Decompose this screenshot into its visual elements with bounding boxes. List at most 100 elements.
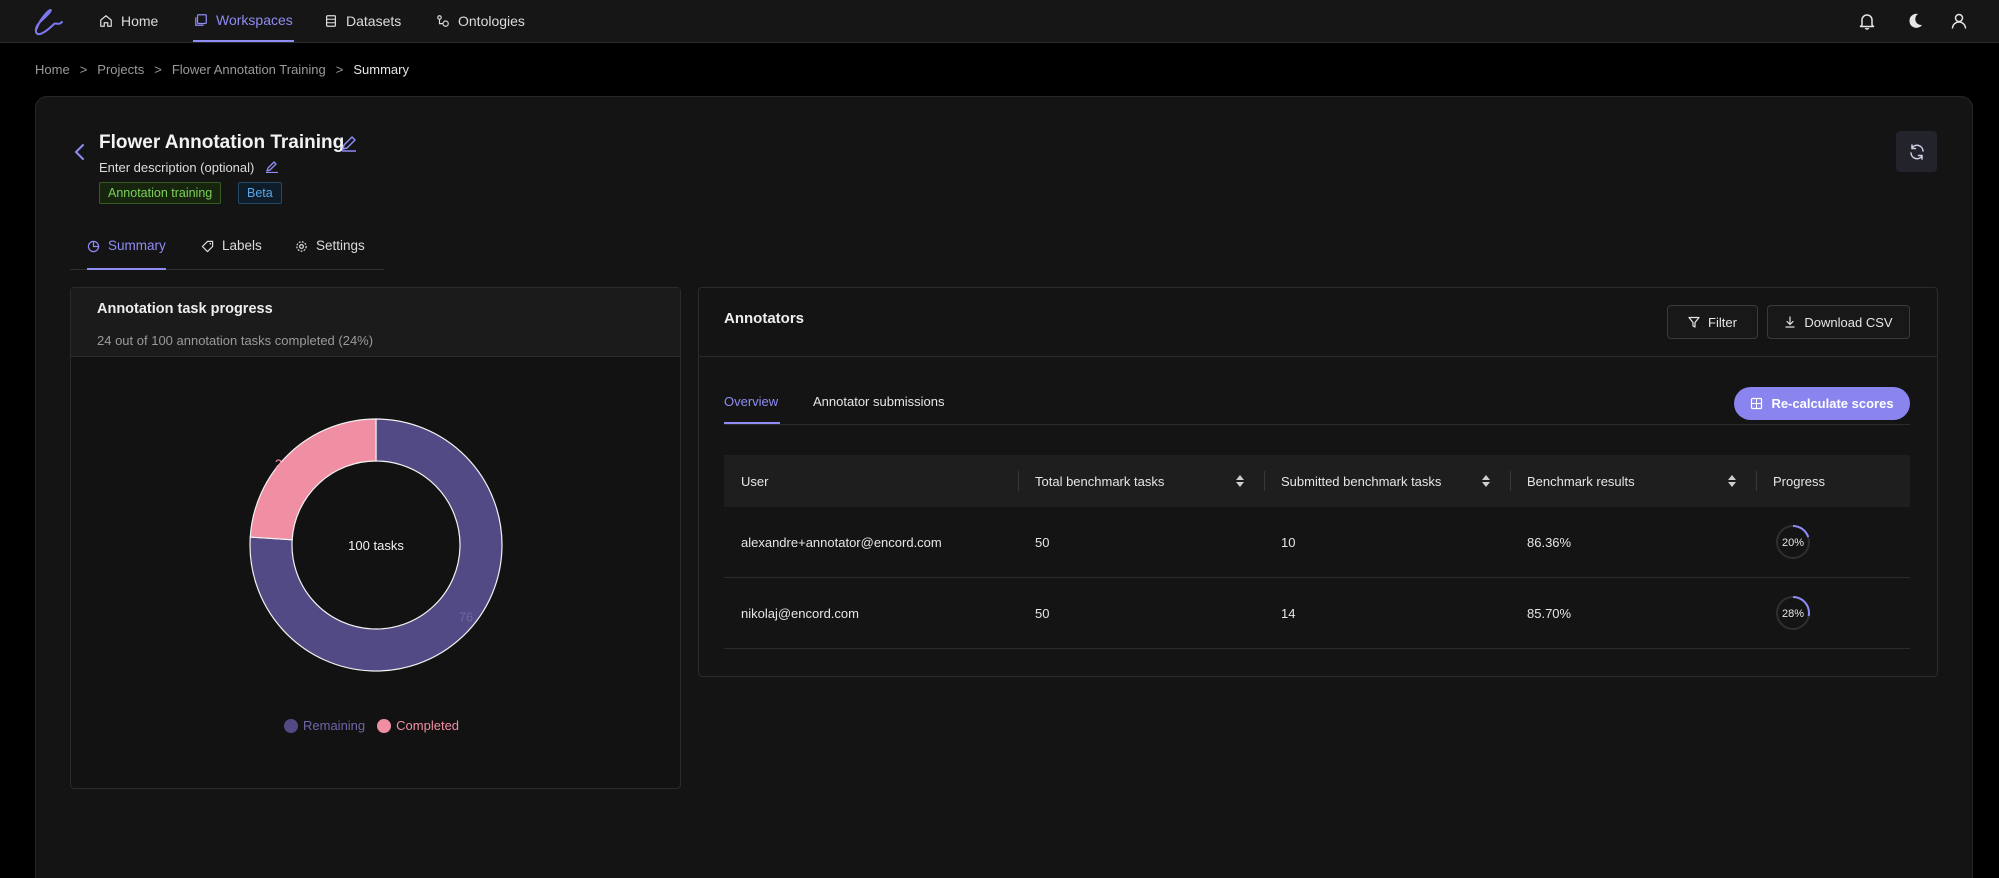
table-row[interactable]: nikolaj@encord.com 50 14 85.70% 28% bbox=[724, 578, 1910, 649]
cell-user: nikolaj@encord.com bbox=[741, 606, 859, 621]
project-tabs: Summary Labels Settings bbox=[70, 232, 384, 270]
breadcrumb: Home > Projects > Flower Annotation Trai… bbox=[35, 62, 409, 77]
legend-dot-completed bbox=[377, 718, 392, 733]
datasets-icon bbox=[326, 15, 336, 27]
nav-home-label: Home bbox=[121, 13, 159, 29]
breadcrumb-projects[interactable]: Projects bbox=[97, 62, 144, 77]
annotators-table: User Total benchmark tasks Submitted ben… bbox=[724, 455, 1910, 649]
tab-labels-label: Labels bbox=[222, 238, 262, 253]
legend-item-remaining[interactable]: Remaining bbox=[284, 718, 365, 733]
progress-label: 20% bbox=[1782, 537, 1804, 549]
tab-labels[interactable]: Labels bbox=[201, 232, 262, 270]
recalculate-scores-button[interactable]: Re-calculate scores bbox=[1734, 387, 1910, 420]
filter-button[interactable]: Filter bbox=[1667, 305, 1758, 339]
tab-summary[interactable]: Summary bbox=[87, 232, 166, 270]
column-header-benchmark-results: Benchmark results bbox=[1527, 473, 1635, 489]
project-title: Flower Annotation Training bbox=[99, 132, 345, 153]
notifications-button[interactable] bbox=[1855, 9, 1879, 33]
column-divider bbox=[1510, 471, 1511, 491]
filter-button-label: Filter bbox=[1708, 314, 1737, 330]
nav-ontologies-label: Ontologies bbox=[458, 13, 525, 29]
chart-legend: Remaining Completed bbox=[284, 718, 459, 733]
breadcrumb-separator: > bbox=[154, 62, 162, 77]
edit-description-icon[interactable] bbox=[265, 159, 279, 173]
task-progress-header: Annotation task progress 24 out of 100 a… bbox=[71, 288, 680, 357]
column-divider bbox=[1264, 471, 1265, 491]
nav-home[interactable]: Home bbox=[99, 0, 158, 42]
user-icon bbox=[1951, 13, 1967, 29]
encord-logo[interactable] bbox=[28, 4, 66, 38]
column-header-submitted-benchmark-tasks: Submitted benchmark tasks bbox=[1281, 473, 1442, 489]
task-progress-panel: Annotation task progress 24 out of 100 a… bbox=[70, 287, 681, 789]
progress-ring: 20% bbox=[1776, 525, 1810, 559]
breadcrumb-home[interactable]: Home bbox=[35, 62, 70, 77]
progress-label: 28% bbox=[1782, 608, 1804, 620]
download-csv-button[interactable]: Download CSV bbox=[1767, 305, 1910, 339]
tag-annotation-training: Annotation training bbox=[99, 182, 222, 204]
nav-ontologies[interactable]: Ontologies bbox=[436, 0, 525, 42]
cell-submitted-tasks: 10 bbox=[1281, 535, 1296, 550]
filter-icon bbox=[1688, 316, 1700, 328]
sort-icon[interactable] bbox=[1727, 473, 1737, 489]
breadcrumb-current: Summary bbox=[353, 62, 409, 77]
data-label-completed: 24 bbox=[275, 457, 289, 472]
legend-label-completed: Completed bbox=[396, 718, 460, 733]
cell-total-tasks: 50 bbox=[1035, 535, 1050, 550]
edit-title-icon[interactable] bbox=[340, 134, 358, 152]
donut-slice-completed[interactable] bbox=[249, 418, 377, 541]
cell-total-tasks: 50 bbox=[1035, 606, 1050, 621]
cell-submitted-tasks: 14 bbox=[1281, 606, 1296, 621]
tab-settings[interactable]: Settings bbox=[295, 232, 365, 270]
legend-item-completed[interactable]: Completed bbox=[377, 718, 459, 733]
sort-icon[interactable] bbox=[1481, 473, 1491, 489]
refresh-icon bbox=[1909, 143, 1924, 160]
subtab-annotator-submissions[interactable]: Annotator submissions bbox=[813, 394, 945, 424]
tab-settings-label: Settings bbox=[316, 238, 365, 253]
moon-icon bbox=[1909, 13, 1922, 28]
download-icon bbox=[1785, 316, 1795, 328]
cell-user: alexandre+annotator@encord.com bbox=[741, 535, 942, 550]
bell-icon bbox=[1859, 14, 1875, 30]
refresh-button[interactable] bbox=[1896, 131, 1937, 172]
task-progress-subtitle: 24 out of 100 annotation tasks completed… bbox=[97, 333, 374, 348]
project-description[interactable]: Enter description (optional) bbox=[99, 160, 254, 175]
cell-benchmark-result: 86.36% bbox=[1527, 535, 1572, 550]
annotators-header-divider bbox=[699, 356, 1937, 357]
task-progress-donut-chart: 76 24 100 tasks bbox=[249, 418, 503, 672]
download-csv-label: Download CSV bbox=[1804, 314, 1893, 330]
column-header-user: User bbox=[741, 473, 769, 489]
subtab-overview[interactable]: Overview bbox=[724, 394, 780, 424]
data-label-remaining: 76 bbox=[459, 609, 473, 624]
table-header: User Total benchmark tasks Submitted ben… bbox=[724, 455, 1910, 507]
progress-ring: 28% bbox=[1776, 596, 1810, 630]
legend-label-remaining: Remaining bbox=[303, 718, 366, 733]
gear-icon bbox=[296, 241, 307, 252]
donut-center-label: 100 tasks bbox=[348, 538, 404, 553]
breadcrumb-project[interactable]: Flower Annotation Training bbox=[172, 62, 326, 77]
column-divider bbox=[1018, 471, 1019, 491]
pie-chart-icon bbox=[87, 240, 100, 253]
column-header-total-benchmark-tasks: Total benchmark tasks bbox=[1035, 473, 1165, 489]
subtabs-divider bbox=[724, 424, 1910, 425]
home-icon bbox=[100, 15, 112, 27]
ontologies-icon bbox=[437, 15, 449, 27]
theme-toggle-button[interactable] bbox=[1903, 9, 1927, 33]
breadcrumb-separator: > bbox=[335, 62, 344, 77]
recalculate-scores-label: Re-calculate scores bbox=[1771, 396, 1894, 411]
top-navigation: Home Workspaces Datasets Ontologies bbox=[0, 0, 1999, 43]
cell-benchmark-result: 85.70% bbox=[1527, 606, 1572, 621]
task-progress-title: Annotation task progress bbox=[97, 301, 273, 317]
annotators-panel: Annotators Filter Download CSV Overview … bbox=[698, 287, 1938, 677]
nav-workspaces-label: Workspaces bbox=[216, 12, 293, 28]
table-row[interactable]: alexandre+annotator@encord.com 50 10 86.… bbox=[724, 507, 1910, 578]
tag-beta: Beta bbox=[238, 182, 282, 204]
sort-icon[interactable] bbox=[1235, 473, 1245, 489]
annotators-title: Annotators bbox=[724, 310, 804, 327]
tab-summary-label: Summary bbox=[108, 238, 166, 253]
workspaces-icon bbox=[195, 14, 207, 26]
back-arrow-icon[interactable] bbox=[72, 142, 88, 162]
nav-datasets[interactable]: Datasets bbox=[324, 0, 401, 42]
nav-workspaces[interactable]: Workspaces bbox=[193, 0, 294, 42]
legend-dot-remaining bbox=[284, 718, 298, 733]
user-menu-button[interactable] bbox=[1947, 9, 1971, 33]
